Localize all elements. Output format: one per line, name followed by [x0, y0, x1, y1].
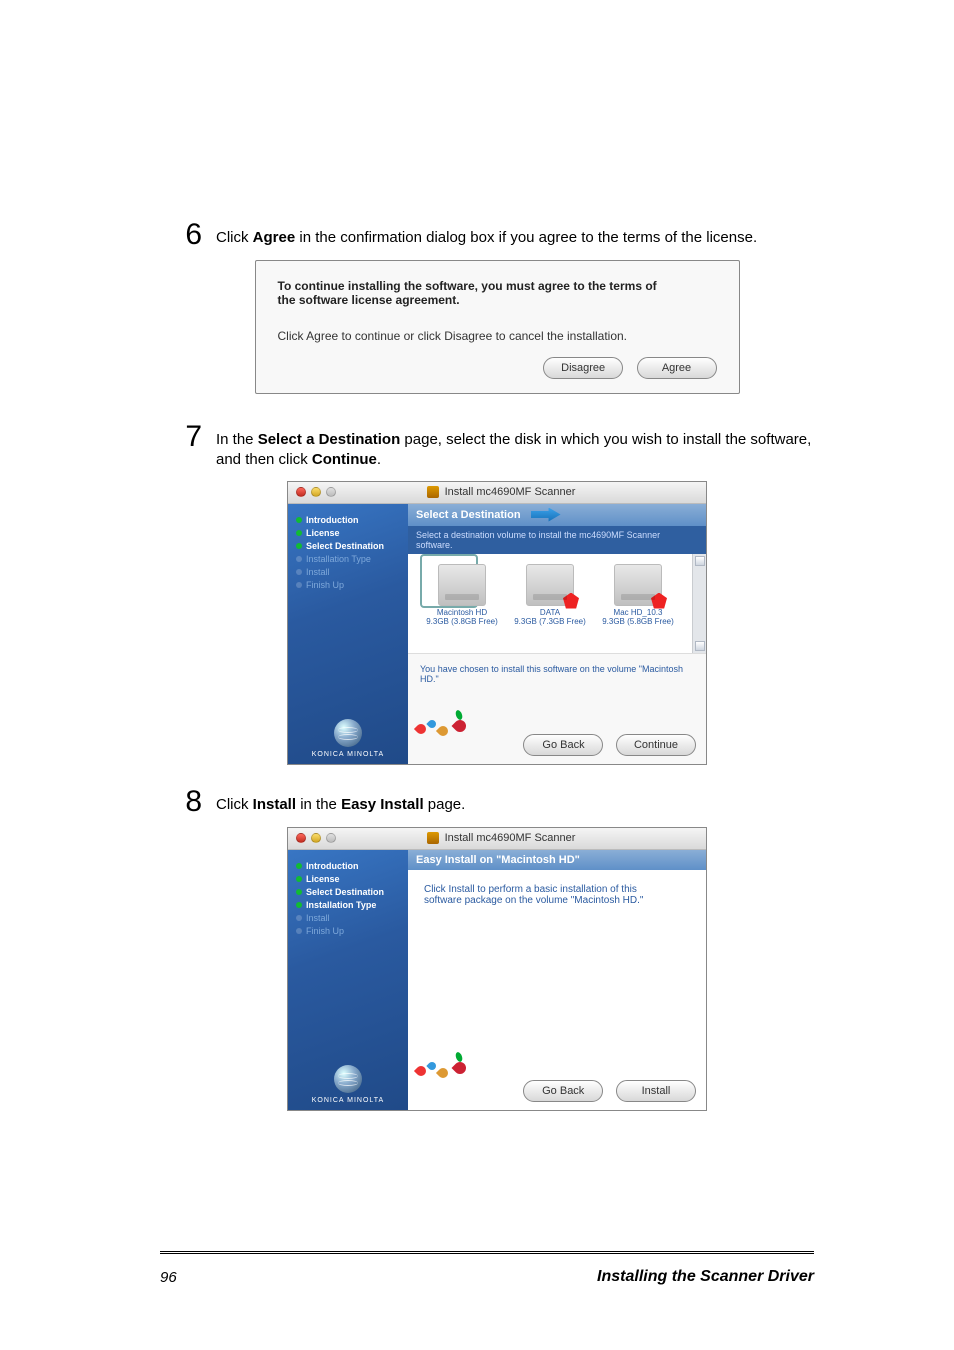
volume-item[interactable]: Mac HD_10.3 9.3GB (5.8GB Free)	[598, 564, 678, 649]
step-text: In the Select a Destination page, select…	[216, 422, 814, 471]
close-icon[interactable]	[296, 487, 306, 497]
sidebar-item-label: Install	[306, 567, 330, 577]
konica-minolta-logo-icon	[334, 1065, 362, 1093]
volume-item[interactable]: Macintosh HD 9.3GB (3.8GB Free)	[422, 564, 502, 649]
step-text: Click Agree in the confirmation dialog b…	[216, 220, 814, 248]
installer-sidebar: Introduction License Select Destination …	[288, 504, 408, 764]
go-back-button[interactable]: Go Back	[523, 734, 603, 756]
disagree-button[interactable]: Disagree	[543, 357, 623, 379]
content-subheading: Select a destination volume to install t…	[408, 526, 706, 554]
sidebar-item-label: Select Destination	[306, 541, 384, 551]
installer-window-select-destination: Install mc4690MF Scanner Introduction Li…	[287, 481, 707, 765]
installer-window-easy-install: Install mc4690MF Scanner Introduction Li…	[287, 827, 707, 1111]
disk-icon	[438, 564, 486, 606]
step-number: 7	[180, 422, 202, 452]
step-number: 6	[180, 220, 202, 250]
window-title: Install mc4690MF Scanner	[445, 832, 576, 844]
step-number: 8	[180, 787, 202, 817]
sidebar-item-label: Introduction	[306, 861, 359, 871]
sidebar-item-label: Finish Up	[306, 926, 344, 936]
install-button[interactable]: Install	[616, 1080, 696, 1102]
sidebar-item-label: Finish Up	[306, 580, 344, 590]
scrollbar[interactable]	[692, 554, 706, 653]
step-7: 7 In the Select a Destination page, sele…	[180, 422, 814, 471]
chosen-volume-message: You have chosen to install this software…	[420, 664, 694, 684]
disk-icon	[526, 564, 574, 606]
close-icon[interactable]	[296, 833, 306, 843]
step-text: Click Install in the Easy Install page.	[216, 787, 814, 815]
install-message-line2: software package on the volume "Macintos…	[424, 895, 690, 906]
step-8: 8 Click Install in the Easy Install page…	[180, 787, 814, 817]
dialog-message: To continue installing the software, you…	[278, 279, 717, 307]
install-message-line1: Click Install to perform a basic install…	[424, 884, 690, 895]
footer-rule	[160, 1253, 814, 1254]
disk-icon	[614, 564, 662, 606]
zoom-icon[interactable]	[326, 487, 336, 497]
sidebar-item-label: Installation Type	[306, 554, 371, 564]
sidebar-item-label: Install	[306, 913, 330, 923]
konica-minolta-logo-icon	[334, 719, 362, 747]
agree-button[interactable]: Agree	[637, 357, 717, 379]
sidebar-item-label: Select Destination	[306, 887, 384, 897]
go-back-button[interactable]: Go Back	[523, 1080, 603, 1102]
package-icon	[427, 486, 439, 498]
decorative-flowers	[408, 703, 508, 738]
scroll-up-icon[interactable]	[695, 556, 705, 566]
sidebar-item-label: License	[306, 528, 340, 538]
scroll-down-icon[interactable]	[695, 641, 705, 651]
brand-label: KONICA MINOLTA	[288, 751, 408, 758]
content-heading: Easy Install on "Macintosh HD"	[416, 854, 580, 866]
step-6: 6 Click Agree in the confirmation dialog…	[180, 220, 814, 250]
content-heading: Select a Destination	[416, 509, 521, 521]
warning-badge-icon	[651, 593, 667, 609]
dialog-instruction: Click Agree to continue or click Disagre…	[278, 329, 717, 343]
titlebar: Install mc4690MF Scanner	[288, 828, 706, 850]
volume-list: Macintosh HD 9.3GB (3.8GB Free) DATA 9.3…	[408, 554, 706, 654]
sidebar-item-label: Installation Type	[306, 900, 376, 910]
volume-item[interactable]: DATA 9.3GB (7.3GB Free)	[510, 564, 590, 649]
installer-sidebar: Introduction License Select Destination …	[288, 850, 408, 1110]
minimize-icon[interactable]	[311, 833, 321, 843]
zoom-icon[interactable]	[326, 833, 336, 843]
decorative-flowers	[408, 1045, 508, 1080]
minimize-icon[interactable]	[311, 487, 321, 497]
sidebar-item-label: License	[306, 874, 340, 884]
brand-label: KONICA MINOLTA	[288, 1097, 408, 1104]
package-icon	[427, 832, 439, 844]
continue-button[interactable]: Continue	[616, 734, 696, 756]
warning-badge-icon	[563, 593, 579, 609]
license-agree-dialog: To continue installing the software, you…	[255, 260, 740, 394]
footer-rule	[160, 1251, 814, 1252]
arrow-right-icon	[531, 508, 561, 522]
window-title: Install mc4690MF Scanner	[445, 486, 576, 498]
sidebar-item-label: Introduction	[306, 515, 359, 525]
titlebar: Install mc4690MF Scanner	[288, 482, 706, 504]
page-section-title: Installing the Scanner Driver	[597, 1268, 814, 1286]
page-number: 96	[160, 1269, 177, 1286]
